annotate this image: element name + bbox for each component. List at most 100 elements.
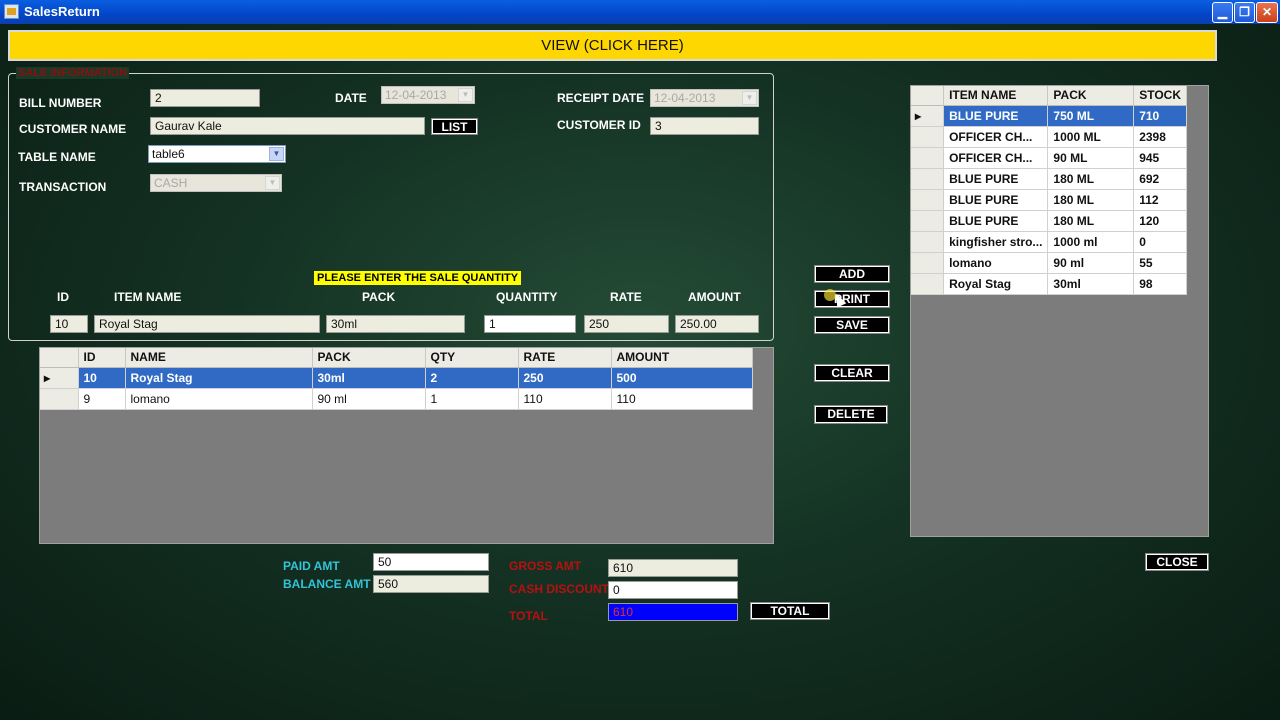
entry-pack-field[interactable]: 30ml [326, 315, 465, 333]
column-header-rate[interactable]: RATE [518, 348, 612, 368]
cell[interactable]: 1000 ML [1047, 126, 1135, 148]
row-header[interactable] [911, 252, 945, 274]
table-row[interactable]: BLUE PURE 180 ML 120 [911, 210, 1187, 232]
row-marker-icon[interactable]: ▸ [911, 105, 945, 127]
cell[interactable]: 710 [1133, 105, 1187, 127]
cell[interactable]: 120 [1133, 210, 1187, 232]
cell[interactable]: 55 [1133, 252, 1187, 274]
close-window-button[interactable]: ✕ [1256, 2, 1278, 23]
cell[interactable]: 9 [78, 388, 126, 410]
cash-discount-field[interactable]: 0 [608, 581, 738, 599]
cell[interactable]: lomano [943, 252, 1049, 274]
table-row[interactable]: BLUE PURE 180 ML 112 [911, 189, 1187, 211]
cell[interactable]: 30ml [1047, 273, 1135, 295]
cell[interactable]: 250 [518, 367, 612, 389]
delete-button[interactable]: DELETE [814, 405, 888, 424]
entry-id-field[interactable]: 10 [50, 315, 88, 333]
receipt-date-picker[interactable]: 12-04-2013 ▼ [650, 89, 759, 107]
table-row[interactable]: ▸ BLUE PURE 750 ML 710 [911, 105, 1187, 127]
row-header[interactable] [911, 210, 945, 232]
row-header[interactable] [911, 168, 945, 190]
column-header-name[interactable]: NAME [125, 348, 313, 368]
row-header[interactable] [911, 189, 945, 211]
column-header-pack[interactable]: PACK [1047, 86, 1135, 106]
cell[interactable]: BLUE PURE [943, 168, 1049, 190]
cell[interactable]: OFFICER CH... [943, 147, 1049, 169]
cell[interactable]: 1 [425, 388, 519, 410]
restore-button[interactable]: ❐ [1234, 2, 1255, 23]
cell[interactable]: Royal Stag [125, 367, 313, 389]
cell[interactable]: 500 [611, 367, 753, 389]
total-button[interactable]: TOTAL [750, 602, 830, 620]
cell[interactable]: BLUE PURE [943, 210, 1049, 232]
cell[interactable]: 90 ML [1047, 147, 1135, 169]
cell[interactable]: lomano [125, 388, 313, 410]
table-row[interactable]: OFFICER CH... 90 ML 945 [911, 147, 1187, 169]
column-header-item-name[interactable]: ITEM NAME [943, 86, 1049, 106]
entry-rate-field[interactable]: 250 [584, 315, 669, 333]
row-header[interactable] [911, 147, 945, 169]
paid-amt-field[interactable]: 50 [373, 553, 489, 571]
row-header[interactable] [40, 388, 79, 410]
table-row[interactable]: OFFICER CH... 1000 ML 2398 [911, 126, 1187, 148]
row-header[interactable] [911, 273, 945, 295]
view-banner-button[interactable]: VIEW (CLICK HERE) [8, 30, 1217, 61]
table-name-select[interactable]: table6 ▼ [148, 145, 286, 163]
cell[interactable]: Royal Stag [943, 273, 1049, 295]
cell[interactable]: 750 ML [1047, 105, 1135, 127]
cell[interactable]: 112 [1133, 189, 1187, 211]
column-header-amount[interactable]: AMOUNT [611, 348, 753, 368]
cell[interactable]: 30ml [312, 367, 426, 389]
cell[interactable]: 945 [1133, 147, 1187, 169]
cell[interactable]: kingfisher stro... [943, 231, 1049, 253]
title-bar[interactable]: SalesReturn ▁ ❐ ✕ [0, 0, 1280, 24]
entry-quantity-field[interactable]: 1 [484, 315, 576, 333]
cell[interactable]: 1000 ml [1047, 231, 1135, 253]
balance-amt-field[interactable]: 560 [373, 575, 489, 593]
cell[interactable]: 2 [425, 367, 519, 389]
row-header[interactable] [911, 231, 945, 253]
save-button[interactable]: SAVE [814, 316, 890, 334]
cell[interactable]: 90 ml [312, 388, 426, 410]
entry-amount-field[interactable]: 250.00 [675, 315, 759, 333]
cell[interactable]: 0 [1133, 231, 1187, 253]
cell[interactable]: 692 [1133, 168, 1187, 190]
close-button[interactable]: CLOSE [1145, 553, 1209, 571]
list-button[interactable]: LIST [431, 118, 478, 135]
stock-grid[interactable]: ITEM NAME PACK STOCK ▸ BLUE PURE 750 ML … [910, 85, 1209, 537]
cell[interactable]: BLUE PURE [943, 189, 1049, 211]
add-button[interactable]: ADD [814, 265, 890, 283]
bill-number-field[interactable]: 2 [150, 89, 260, 107]
table-row[interactable]: kingfisher stro... 1000 ml 0 [911, 231, 1187, 253]
entry-item-name-field[interactable]: Royal Stag [94, 315, 320, 333]
column-header-stock[interactable]: STOCK [1133, 86, 1187, 106]
sale-items-grid[interactable]: ID NAME PACK QTY RATE AMOUNT ▸ 10 Royal … [39, 347, 774, 544]
cell[interactable]: BLUE PURE [943, 105, 1049, 127]
minimize-button[interactable]: ▁ [1212, 2, 1233, 23]
table-row[interactable]: BLUE PURE 180 ML 692 [911, 168, 1187, 190]
row-header[interactable] [911, 126, 945, 148]
cell[interactable]: OFFICER CH... [943, 126, 1049, 148]
cell[interactable]: 90 ml [1047, 252, 1135, 274]
column-header-id[interactable]: ID [78, 348, 126, 368]
table-row[interactable]: ▸ 10 Royal Stag 30ml 2 250 500 [40, 367, 753, 389]
table-row[interactable]: Royal Stag 30ml 98 [911, 273, 1187, 295]
cell[interactable]: 110 [611, 388, 753, 410]
gross-amt-field[interactable]: 610 [608, 559, 738, 577]
column-header-pack[interactable]: PACK [312, 348, 426, 368]
cell[interactable]: 98 [1133, 273, 1187, 295]
row-marker-icon[interactable]: ▸ [40, 367, 79, 389]
total-field[interactable]: 610 [608, 603, 738, 621]
clear-button[interactable]: CLEAR [814, 364, 890, 382]
cell[interactable]: 2398 [1133, 126, 1187, 148]
transaction-select[interactable]: CASH ▼ [150, 174, 282, 192]
customer-id-field[interactable]: 3 [650, 117, 759, 135]
cell[interactable]: 180 ML [1047, 189, 1135, 211]
cell[interactable]: 110 [518, 388, 612, 410]
cell[interactable]: 180 ML [1047, 168, 1135, 190]
cell[interactable]: 10 [78, 367, 126, 389]
column-header-qty[interactable]: QTY [425, 348, 519, 368]
date-picker[interactable]: 12-04-2013 ▼ [381, 86, 475, 104]
customer-name-field[interactable]: Gaurav Kale [150, 117, 425, 135]
table-row[interactable]: 9 lomano 90 ml 1 110 110 [40, 388, 753, 410]
